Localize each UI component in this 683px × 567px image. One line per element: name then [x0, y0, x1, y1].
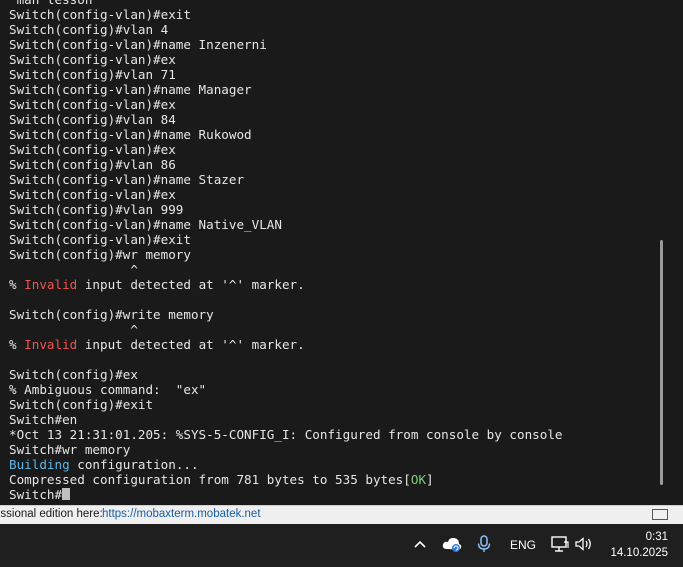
terminal-text-segment: Switch(config)#vlan 71: [9, 67, 176, 82]
terminal-line: ^: [9, 322, 563, 337]
terminal-text-segment: Switch#: [9, 487, 63, 502]
terminal-text-segment: Switch(config)#vlan 4: [9, 22, 169, 37]
terminal-text-segment: input detected at '^' marker.: [77, 277, 305, 292]
terminal-line: Compressed configuration from 781 bytes …: [9, 472, 563, 487]
terminal-line: Switch(config-vlan)#name Rukowod: [9, 127, 563, 142]
mobaxterm-link[interactable]: https://mobaxterm.mobatek.net: [102, 506, 261, 523]
terminal-text-segment: %: [9, 277, 25, 292]
terminal-line: Switch(config-vlan)#ex: [9, 97, 563, 112]
clock-time: 0:31: [645, 531, 668, 543]
terminal-text-segment: Switch(config)#ex: [9, 367, 138, 382]
terminal-line: Switch(config-vlan)#name Stazer: [9, 172, 563, 187]
terminal-text-segment: Building: [9, 457, 70, 472]
terminal-line: Switch(config-vlan)#name Native_VLAN: [9, 217, 563, 232]
terminal-text-segment: OK: [410, 472, 427, 487]
terminal-text-segment: Switch(config-vlan)#name Rukowod: [9, 127, 252, 142]
terminal-line: Switch(config)#exit: [9, 397, 563, 412]
terminal-line: Switch(config-vlan)#ex: [9, 187, 563, 202]
terminal-line: % Invalid input detected at '^' marker.: [9, 337, 563, 352]
terminal-line: Switch(config)#vlan 86: [9, 157, 563, 172]
chevron-up-icon[interactable]: [411, 534, 429, 554]
status-text: essional edition here:: [0, 508, 103, 520]
terminal-text-segment: ^: [9, 322, 138, 337]
terminal-text-segment: Switch(config-vlan)#name Manager: [9, 82, 252, 97]
terminal-text-segment: Switch(config-vlan)#exit: [9, 232, 191, 247]
terminal-line: % Ambiguous command: "ex": [9, 382, 563, 397]
terminal-text-segment: input detected at '^' marker.: [77, 337, 305, 352]
terminal-text-segment: ]: [426, 472, 434, 487]
speaker-icon[interactable]: [574, 534, 594, 554]
terminal-text-segment: Switch#en: [9, 412, 78, 427]
microphone-icon[interactable]: [475, 534, 493, 554]
terminal-text-segment: Switch(config)#wr memory: [9, 247, 191, 262]
terminal-line: Switch(config-vlan)#name Manager: [9, 82, 563, 97]
cloud-sync-icon[interactable]: [441, 534, 463, 554]
terminal-text-segment: Switch(config)#vlan 999: [9, 202, 184, 217]
terminal-line: Switch(config)#vlan 71: [9, 67, 563, 82]
terminal-text-segment: configuration...: [69, 457, 199, 472]
terminal-text-segment: Switch(config)#write memory: [9, 307, 214, 322]
terminal-text-segment: %: [9, 337, 25, 352]
terminal-cursor: [62, 488, 71, 500]
terminal-text-segment: Switch(config)#vlan 86: [9, 157, 176, 172]
terminal-text-segment: Switch(config)#vlan 84: [9, 112, 176, 127]
terminal-line: % Invalid input detected at '^' marker.: [9, 277, 563, 292]
status-bar: essional edition here: https://mobaxterm…: [0, 505, 683, 524]
taskbar: ENG 0:31 14.10.2025: [0, 524, 683, 567]
window-mode-icon[interactable]: [652, 509, 668, 520]
terminal-text-segment: *Oct 13 21:31:01.205: %SYS-5-CONFIG_I: C…: [9, 427, 563, 442]
terminal-line: Switch(config-vlan)#ex: [9, 52, 563, 67]
terminal-text-segment: Switch(config-vlan)#name Native_VLAN: [9, 217, 282, 232]
network-icon[interactable]: [550, 534, 570, 554]
terminal-text-segment: Switch(config-vlan)#name Inzenerni: [9, 37, 267, 52]
terminal-line: Switch(config)#vlan 84: [9, 112, 563, 127]
terminal-text-segment: Invalid: [24, 277, 78, 292]
terminal-text-segment: Compressed configuration from 781 bytes …: [9, 472, 411, 487]
terminal-line: Switch(config-vlan)#name Inzenerni: [9, 37, 563, 52]
terminal-line: Switch#: [9, 487, 563, 502]
terminal-text-segment: ^: [9, 262, 138, 277]
terminal-line: Switch(config-vlan)#ex: [9, 142, 563, 157]
terminal-text-segment: Switch(config-vlan)#name Stazer: [9, 172, 245, 187]
terminal-text-segment: Switch#wr memory: [9, 442, 131, 457]
terminal-line: Switch(config)#ex: [9, 367, 563, 382]
terminal-text-segment: man lesson: [9, 0, 93, 7]
terminal-line: Switch#wr memory: [9, 442, 563, 457]
terminal-scrollbar-thumb[interactable]: [660, 240, 663, 485]
terminal-text-segment: Switch(config)#exit: [9, 397, 154, 412]
terminal-line: Building configuration...: [9, 457, 563, 472]
terminal-text-segment: Invalid: [24, 337, 78, 352]
terminal-line: Switch(config)#vlan 999: [9, 202, 563, 217]
terminal-text-segment: Switch(config-vlan)#exit: [9, 7, 191, 22]
terminal-line: Switch(config-vlan)#exit: [9, 232, 563, 247]
language-indicator[interactable]: ENG: [510, 538, 536, 552]
terminal-text-segment: Switch(config-vlan)#ex: [9, 97, 176, 112]
terminal-line: ^: [9, 262, 563, 277]
terminal-window[interactable]: man lessonSwitch(config-vlan)#exitSwitch…: [0, 0, 670, 505]
terminal-text-segment: % Ambiguous command: "ex": [9, 382, 207, 397]
terminal-text-segment: Switch(config-vlan)#ex: [9, 52, 176, 67]
terminal-output[interactable]: man lessonSwitch(config-vlan)#exitSwitch…: [9, 0, 563, 502]
terminal-line: Switch(config-vlan)#exit: [9, 7, 563, 22]
terminal-line: Switch(config)#write memory: [9, 307, 563, 322]
terminal-text-segment: Switch(config-vlan)#ex: [9, 187, 176, 202]
clock[interactable]: 0:31 14.10.2025: [606, 529, 668, 561]
terminal-scrollbar-track[interactable]: [670, 0, 683, 505]
terminal-line: Switch(config)#wr memory: [9, 247, 563, 262]
terminal-line: man lesson: [9, 0, 563, 7]
clock-date: 14.10.2025: [610, 547, 668, 559]
terminal-line: Switch#en: [9, 412, 563, 427]
terminal-line: *Oct 13 21:31:01.205: %SYS-5-CONFIG_I: C…: [9, 427, 563, 442]
terminal-text-segment: Switch(config-vlan)#ex: [9, 142, 176, 157]
terminal-line: Switch(config)#vlan 4: [9, 22, 563, 37]
